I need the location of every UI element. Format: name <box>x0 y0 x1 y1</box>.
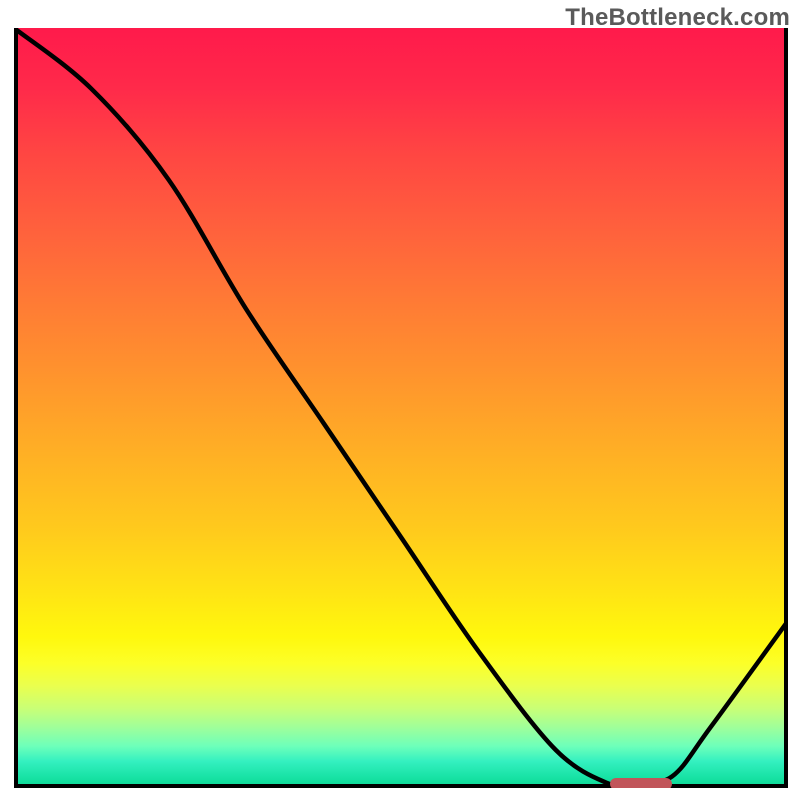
bottleneck-curve <box>14 28 788 788</box>
watermark-text: TheBottleneck.com <box>565 4 790 32</box>
optimal-range-marker <box>610 778 672 788</box>
plot-area <box>14 28 788 788</box>
chart-container: TheBottleneck.com <box>0 0 800 800</box>
curve-path <box>14 28 788 787</box>
